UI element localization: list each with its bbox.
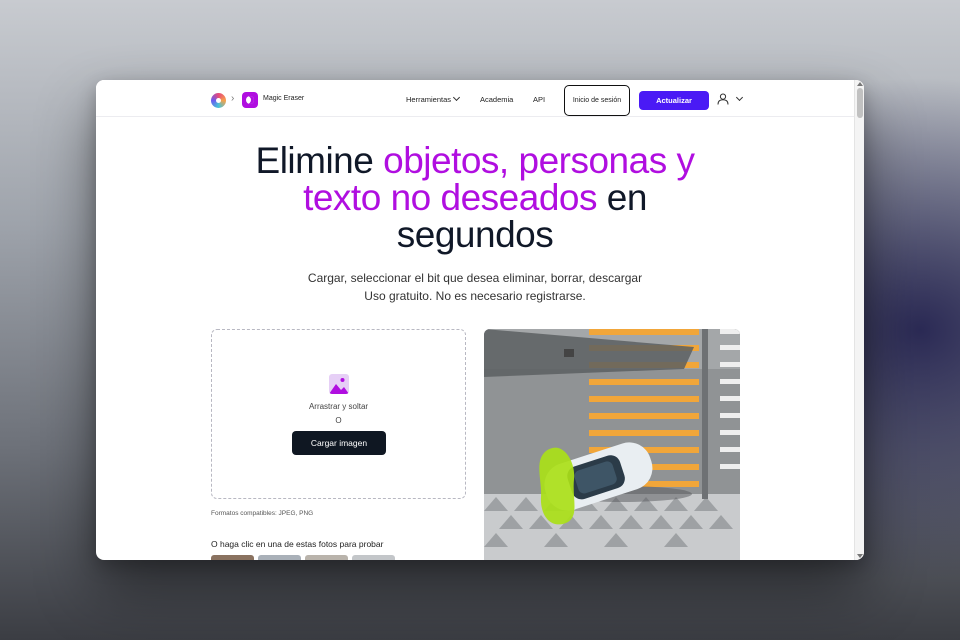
or-text: O xyxy=(335,416,342,425)
upload-image-button[interactable]: Cargar imagen xyxy=(292,431,386,455)
image-upload-icon xyxy=(329,374,349,394)
hero-title: Elimine objetos, personas y texto no des… xyxy=(96,142,854,253)
hero-title-plain-2: en xyxy=(596,177,648,218)
user-menu-chevron-icon[interactable] xyxy=(735,93,744,102)
hero-title-line-2: texto no deseados en xyxy=(96,179,854,216)
login-button[interactable]: Inicio de sesión xyxy=(564,85,630,116)
brand-logo-icon[interactable] xyxy=(211,93,226,108)
scroll-thumb[interactable] xyxy=(857,88,863,118)
upload-dropzone[interactable]: Arrastrar y soltar O Cargar imagen xyxy=(211,329,466,499)
hero-title-line-3: segundos xyxy=(396,214,554,255)
try-sample-text: O haga clic en una de estas fotos para p… xyxy=(211,539,384,549)
hero-title-accent-1: objetos, personas y xyxy=(383,140,695,181)
hero-title-accent-2: texto no deseados xyxy=(303,177,597,218)
hero-subtitle-free: Uso gratuito. No es necesario registrars… xyxy=(364,289,586,303)
scroll-up-icon[interactable] xyxy=(857,82,863,86)
top-nav: › Magic Eraser Herramientas Academia API… xyxy=(96,80,854,117)
upgrade-button[interactable]: Actualizar xyxy=(639,91,709,110)
breadcrumb-separator-icon: › xyxy=(231,93,235,104)
nav-herramientas-label: Herramientas xyxy=(406,95,452,104)
user-icon[interactable] xyxy=(717,93,729,105)
sample-thumbnail-2[interactable] xyxy=(258,555,301,560)
sample-thumbnail-4[interactable] xyxy=(352,555,395,560)
sample-thumbnail-3[interactable] xyxy=(305,555,348,560)
hero-subtitle: Cargar, seleccionar el bit que desea eli… xyxy=(307,271,643,285)
hero-title-line-1: Elimine objetos, personas y xyxy=(96,142,854,179)
hero-title-plain-1: Elimine xyxy=(255,140,384,181)
nav-api[interactable]: API xyxy=(533,95,545,104)
chevron-down-icon xyxy=(452,93,461,102)
nav-academia[interactable]: Academia xyxy=(480,95,513,104)
demo-image xyxy=(484,329,740,560)
magic-eraser-app-icon[interactable] xyxy=(242,92,258,108)
app-name[interactable]: Magic Eraser xyxy=(263,95,304,102)
drag-drop-text: Arrastrar y soltar xyxy=(308,402,369,411)
supported-formats: Formatos compatibles: JPEG, PNG xyxy=(211,510,314,517)
vertical-scrollbar[interactable] xyxy=(854,80,864,560)
browser-window: › Magic Eraser Herramientas Academia API… xyxy=(96,80,864,560)
scroll-down-icon[interactable] xyxy=(857,554,863,558)
nav-herramientas[interactable]: Herramientas xyxy=(406,93,461,104)
sample-thumbnail-1[interactable] xyxy=(211,555,254,560)
